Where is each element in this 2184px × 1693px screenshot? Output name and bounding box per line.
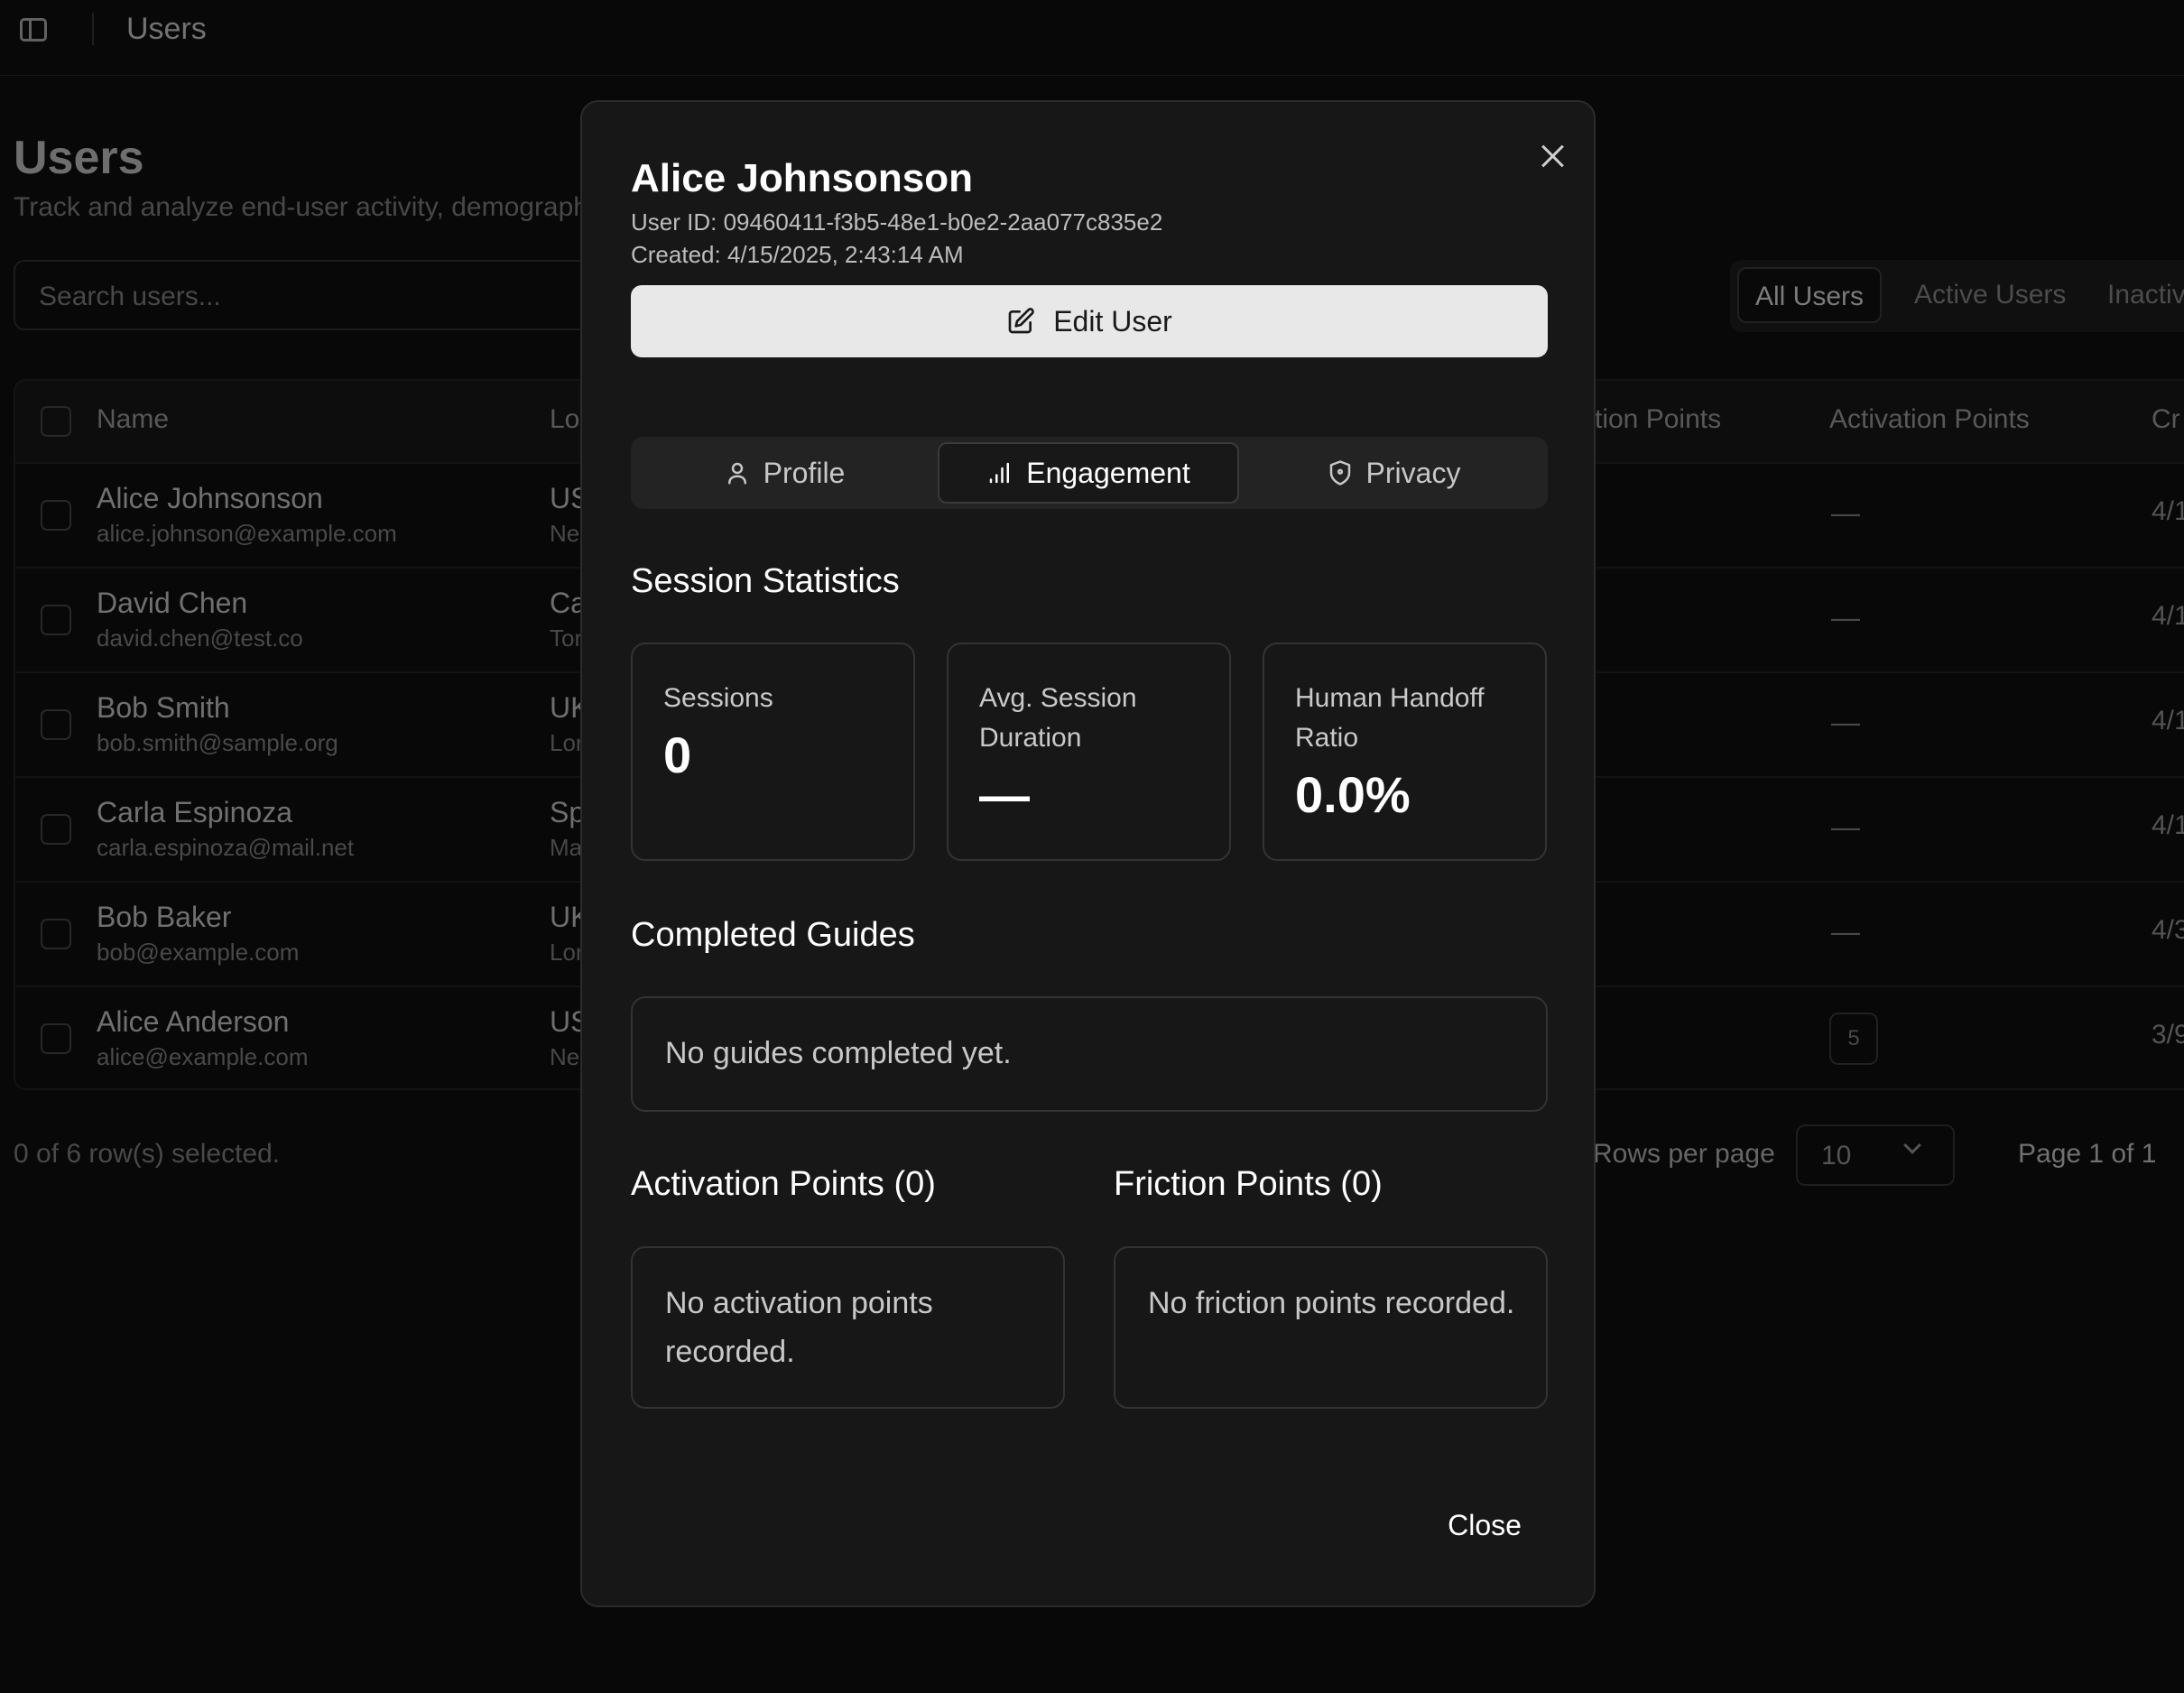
tab-engagement-label: Engagement xyxy=(1026,456,1190,489)
activation-points-empty: No activation points recorded. xyxy=(631,1246,1065,1409)
user-detail-tabs: Profile Engagement Privacy xyxy=(631,437,1548,509)
session-statistics-heading: Session Statistics xyxy=(631,562,900,600)
tab-profile-label: Profile xyxy=(763,456,846,489)
edit-user-label: Edit User xyxy=(1053,304,1172,338)
stat-value: — xyxy=(979,766,1030,823)
stat-card-human-handoff-ratio: Human Handoff Ratio 0.0% xyxy=(1263,643,1547,861)
shield-icon xyxy=(1329,460,1350,486)
empty-state-text: No guides completed yet. xyxy=(665,1036,1012,1070)
activation-points-heading: Activation Points (0) xyxy=(631,1165,936,1203)
user-created: Created: 4/15/2025, 2:43:14 AM xyxy=(631,241,964,268)
friction-points-empty: No friction points recorded. xyxy=(1114,1246,1548,1409)
user-icon xyxy=(727,462,746,485)
tab-privacy[interactable]: Privacy xyxy=(1245,442,1542,504)
user-name: Alice Johnsonson xyxy=(631,156,973,200)
user-id: User ID: 09460411-f3b5-48e1-b0e2-2aa077c… xyxy=(631,208,1163,236)
friction-points-heading: Friction Points (0) xyxy=(1114,1165,1383,1203)
edit-user-button[interactable]: Edit User xyxy=(631,285,1548,357)
user-detail-dialog: Alice Johnsonson User ID: 09460411-f3b5-… xyxy=(580,100,1596,1607)
close-button[interactable]: Close xyxy=(1426,1498,1543,1552)
completed-guides-heading: Completed Guides xyxy=(631,916,915,954)
stat-label: Avg. Session Duration xyxy=(979,683,1137,753)
empty-state-text: No friction points recorded. xyxy=(1148,1286,1515,1320)
stat-label: Human Handoff Ratio xyxy=(1295,683,1485,753)
tab-profile[interactable]: Profile xyxy=(636,442,932,504)
edit-icon xyxy=(1008,308,1035,334)
stat-card-avg-session-duration: Avg. Session Duration — xyxy=(947,643,1231,861)
tab-engagement[interactable]: Engagement xyxy=(938,442,1239,504)
close-icon[interactable] xyxy=(1535,138,1571,174)
bar-chart-icon xyxy=(990,462,1010,484)
completed-guides-empty: No guides completed yet. xyxy=(631,996,1548,1112)
empty-state-text: No activation points recorded. xyxy=(665,1286,933,1369)
tab-privacy-label: Privacy xyxy=(1365,456,1461,489)
stat-value: 0 xyxy=(663,726,692,783)
stat-label: Sessions xyxy=(663,683,773,713)
stat-card-sessions: Sessions 0 xyxy=(631,643,915,861)
stat-value: 0.0% xyxy=(1295,766,1411,823)
